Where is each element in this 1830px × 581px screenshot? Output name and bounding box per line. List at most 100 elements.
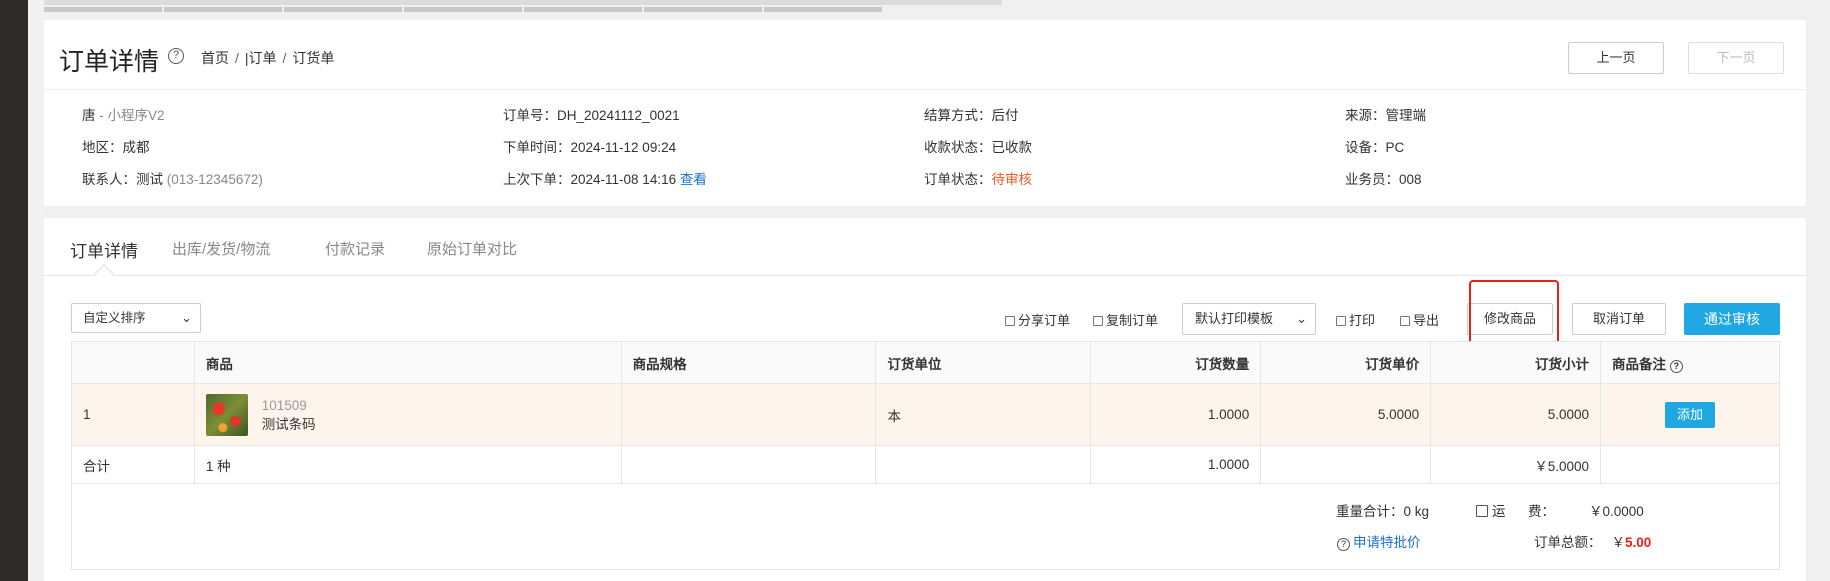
contact-phone: (013-12345672) (166, 172, 263, 187)
divider (44, 89, 1806, 90)
add-remark-button[interactable]: 添加 (1665, 401, 1716, 428)
special-price-label: 申请特批价 (1353, 535, 1421, 550)
table-header-row: 商品 商品规格 订货单位 订货数量 订货单价 订货小计 商品备注 ? (71, 341, 1780, 384)
customer-info: 唐 - 小程序V2 地区：成都 联系人：测试 (013-12345672) (82, 100, 263, 196)
copy-order-label: 复制订单 (1106, 313, 1159, 328)
product-unit: 本 (875, 383, 1092, 446)
cancel-order-button[interactable]: 取消订单 (1572, 303, 1666, 335)
print-label: 打印 (1349, 313, 1376, 328)
tab-order-detail[interactable]: 订单详情 (70, 237, 138, 262)
salesman-label: 业务员： (1345, 172, 1399, 187)
sum-label: 合计 (71, 445, 195, 484)
share-icon (1005, 316, 1015, 326)
print-link[interactable]: 打印 (1336, 310, 1375, 329)
print-template-value: 默认打印模板 (1195, 311, 1274, 326)
tab-original-compare[interactable]: 原始订单对比 (427, 238, 517, 259)
breadcrumb: 首页 / |订单 / 订货单 (201, 50, 335, 66)
table-sum-row: 合计 1 种 1.0000 ￥5.0000 (71, 445, 1780, 484)
payment-value: 已收款 (991, 140, 1033, 155)
source-info: 来源：管理端 设备：PC 业务员：008 (1345, 100, 1426, 196)
view-last-order-link[interactable]: 查看 (680, 172, 707, 187)
total-label: 订单总额： (1534, 535, 1602, 550)
order-time-value: 2024-11-12 09:24 (570, 140, 677, 155)
approve-button[interactable]: 通过审核 (1684, 303, 1780, 335)
device-label: 设备： (1345, 140, 1386, 155)
sum-qty: 1.0000 (1090, 445, 1262, 484)
col-subtotal: 订货小计 (1430, 341, 1602, 384)
tab-payment-records[interactable]: 付款记录 (325, 238, 385, 259)
share-order-label: 分享订单 (1018, 313, 1071, 328)
product-spec (620, 383, 877, 446)
help-icon: ? (1337, 538, 1350, 551)
order-info: 订单号：DH_20241112_0021 下单时间：2024-11-12 09:… (503, 100, 707, 196)
col-product: 商品 (193, 341, 622, 384)
row-index: 1 (71, 383, 195, 446)
order-header-panel: 订单详情 ? 首页 / |订单 / 订货单 上一页 下一页 唐 - 小程序V2 地区：成… (44, 20, 1806, 206)
product-name[interactable]: 测试条码 (262, 415, 316, 434)
freight-label: 运 费： (1492, 504, 1556, 519)
product-price: 5.0000 (1260, 383, 1432, 446)
prev-page-button[interactable]: 上一页 (1568, 42, 1664, 74)
col-price: 订货单价 (1260, 341, 1432, 384)
special-price-link[interactable]: ? 申请特批价 (1337, 531, 1421, 551)
next-page-button[interactable]: 下一页 (1688, 42, 1784, 74)
device-value: PC (1385, 140, 1405, 155)
source-value: 管理端 (1385, 108, 1427, 123)
order-items-table: 商品 商品规格 订货单位 订货数量 订货单价 订货小计 商品备注 ? 1 101… (71, 341, 1780, 484)
order-detail-panel: 自定义排序 ⌄ 分享订单 复制订单 默认打印模板 ⌄ 打印 导出 修改商品 取消订单… (44, 276, 1806, 581)
tab-bar: 订单详情 出库/发货/物流 付款记录 原始订单对比 (44, 218, 1806, 284)
status-label: 订单状态： (924, 172, 992, 187)
sort-select-value: 自定义排序 (83, 311, 146, 325)
tab-shipping[interactable]: 出库/发货/物流 (172, 238, 270, 259)
edit-icon[interactable] (1476, 505, 1488, 517)
copy-order-link[interactable]: 复制订单 (1093, 310, 1158, 329)
region-label: 地区： (82, 140, 123, 155)
export-icon (1400, 316, 1410, 326)
chevron-down-icon: ⌄ (1296, 311, 1307, 326)
order-summary: 重量合计：0 kg 运 费： ￥0.0000 ? 申请特批价 订单总额： ￥5.00 (71, 479, 1780, 570)
top-tab-strip (44, 0, 1002, 12)
contact-value: 测试 (136, 172, 163, 187)
product-code: 101509 (261, 397, 307, 413)
order-no-value: DH_20241112_0021 (557, 108, 680, 123)
col-unit: 订货单位 (875, 341, 1092, 384)
col-remark: 商品备注 ? (1600, 341, 1780, 384)
export-link[interactable]: 导出 (1400, 310, 1439, 329)
copy-icon (1093, 316, 1103, 326)
remark-cell: 添加 (1600, 383, 1780, 446)
help-icon[interactable]: ? (1669, 359, 1683, 373)
col-spec: 商品规格 (620, 341, 877, 384)
product-thumbnail[interactable] (205, 393, 248, 436)
settle-label: 结算方式： (924, 108, 992, 123)
export-label: 导出 (1413, 313, 1440, 328)
payment-info: 结算方式：后付 收款状态：已收款 订单状态：待审核 (924, 100, 1032, 196)
col-qty: 订货数量 (1090, 341, 1262, 384)
sort-select[interactable]: 自定义排序 ⌄ (71, 303, 201, 333)
order-status-badge: 待审核 (991, 172, 1033, 187)
contact-label: 联系人： (82, 172, 136, 187)
app-sidebar (0, 0, 28, 581)
col-index (71, 341, 195, 384)
printer-icon (1336, 316, 1346, 326)
product-cell: 101509 测试条码 (193, 383, 622, 446)
sum-kinds: 1 种 (193, 445, 622, 484)
last-order-label: 上次下单： (503, 172, 571, 187)
total-value: 5.00 (1625, 535, 1652, 550)
breadcrumb-home[interactable]: 首页 (201, 50, 229, 66)
total-currency: ￥ (1611, 535, 1626, 550)
breadcrumb-order[interactable]: |订单 (245, 50, 277, 66)
product-subtotal: 5.0000 (1430, 383, 1602, 446)
salesman-value: 008 (1399, 172, 1422, 187)
share-order-link[interactable]: 分享订单 (1005, 310, 1070, 329)
breadcrumb-purchase-order: 订货单 (292, 50, 335, 66)
order-total: 订单总额： ￥5.00 (1534, 531, 1651, 551)
last-order-value: 2024-11-08 14:16 (570, 172, 677, 187)
customer-name: 唐 (82, 108, 96, 123)
customer-sub: - 小程序V2 (95, 108, 165, 123)
settle-value: 后付 (991, 108, 1019, 123)
page-title: 订单详情 (59, 48, 160, 76)
sidebar-edge (28, 0, 44, 581)
help-icon[interactable]: ? (168, 48, 184, 64)
freight-edit[interactable]: 运 费： (1476, 500, 1555, 520)
print-template-select[interactable]: 默认打印模板 ⌄ (1182, 303, 1316, 335)
